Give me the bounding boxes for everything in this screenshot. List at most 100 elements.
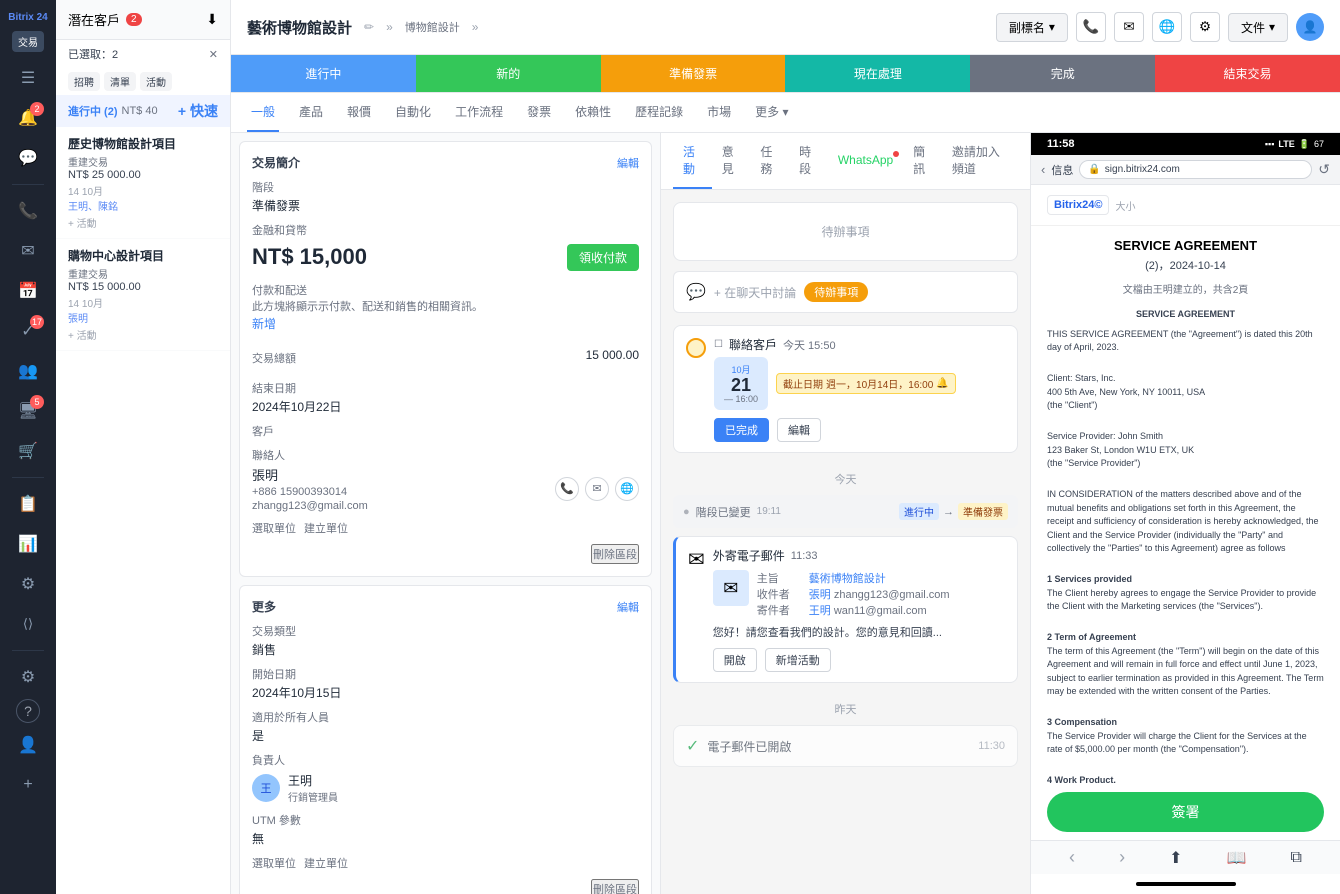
create-position-btn-1[interactable]: 建立單位 xyxy=(304,520,348,536)
sidebar-phone-icon[interactable]: 📞 xyxy=(10,193,46,229)
project-item-history[interactable]: 歷史博物館設計項目 重建交易 NT$ 25 000.00 14 10月 王明、陳… xyxy=(56,127,230,239)
activity-tab-slots[interactable]: 時段 xyxy=(789,133,828,189)
stage-invoice[interactable]: 準備發票 xyxy=(601,55,786,92)
total-label: 交易總額 xyxy=(252,350,296,366)
deal-info-edit[interactable]: 編輯 xyxy=(617,155,639,171)
email-activity-title: 外寄電子郵件 xyxy=(713,547,785,564)
new-link[interactable]: 新增 xyxy=(252,315,639,332)
sidebar-automation-icon[interactable]: ⚙ xyxy=(10,566,46,602)
doc-nav-copy[interactable]: ⧉ xyxy=(1291,849,1302,867)
tab-automation[interactable]: 自動化 xyxy=(391,93,435,132)
email-from-name: 王明 xyxy=(809,605,831,617)
deal-edit-icon[interactable]: ✏ xyxy=(364,20,374,34)
more-section-edit[interactable]: 編輯 xyxy=(617,599,639,615)
sidebar-crm-icon[interactable]: 👥 xyxy=(10,353,46,389)
doc-url-input[interactable]: 🔒 sign.bitrix24.com xyxy=(1079,160,1312,179)
collect-btn[interactable]: 領收付款 xyxy=(567,244,639,271)
doc-title: SERVICE AGREEMENT xyxy=(1047,238,1324,253)
activity-tab-activity[interactable]: 活動 xyxy=(673,133,712,189)
tab-invoice[interactable]: 發票 xyxy=(523,93,555,132)
call-btn[interactable]: 📞 xyxy=(1076,12,1106,42)
sidebar-chat-icon[interactable]: 💬 xyxy=(10,140,46,176)
sidebar-mail-icon[interactable]: ✉ xyxy=(10,233,46,269)
contact-event-circle xyxy=(686,338,706,358)
filter-tag-recruit[interactable]: 招聘 xyxy=(68,72,100,91)
email-add-activity-btn[interactable]: 新增活動 xyxy=(765,648,831,672)
email-btn[interactable]: ✉ xyxy=(1114,12,1144,42)
activity-tab-tasks[interactable]: 任務 xyxy=(750,133,789,189)
alias-btn[interactable]: 副標名 ▾ xyxy=(996,13,1068,42)
tab-market[interactable]: 市場 xyxy=(703,93,735,132)
clear-icon[interactable]: ✕ xyxy=(209,48,218,61)
sidebar-notification-icon[interactable]: 🔔2 xyxy=(10,100,46,136)
sign-btn[interactable]: 簽署 xyxy=(1047,792,1324,832)
project-item-mall[interactable]: 購物中心設計項目 重建交易 NT$ 15 000.00 14 10月 張明 + … xyxy=(56,239,230,351)
doc-nav-prev[interactable]: ‹ xyxy=(1069,847,1075,868)
doc-reload-icon[interactable]: ↺ xyxy=(1318,161,1330,178)
sidebar-menu-icon[interactable]: ☰ xyxy=(10,60,46,96)
activity-col: 活動 意見 任務 時段 WhatsApp 簡訊 邀請加入頻道 待辦事項 xyxy=(661,133,1030,894)
sidebar-plus-icon[interactable]: + xyxy=(10,767,46,803)
stage-in-progress[interactable]: 進行中 xyxy=(231,55,416,92)
create-position-btn-2[interactable]: 建立單位 xyxy=(304,855,348,871)
deal-sep2: » xyxy=(472,20,479,34)
sidebar-tasks-icon[interactable]: ✓17 xyxy=(10,313,46,349)
sidebar-drive-icon[interactable]: 🖥5 xyxy=(10,393,46,429)
activity-feed: 待辦事項 💬 + 在聊天中討論 待辦事項 xyxy=(661,190,1030,894)
tab-general[interactable]: 一般 xyxy=(247,93,279,132)
doc-nav-share[interactable]: ⬆ xyxy=(1169,848,1182,868)
document-btn[interactable]: 文件 ▾ xyxy=(1228,13,1288,42)
sidebar-user-icon[interactable]: 👤 xyxy=(10,727,46,763)
inbox-download-icon[interactable]: ⬇ xyxy=(206,11,218,28)
stage-new[interactable]: 新的 xyxy=(416,55,601,92)
filter-tag-activity[interactable]: 活動 xyxy=(140,72,172,91)
pick-position-btn-2[interactable]: 選取單位 xyxy=(252,855,296,871)
contact-globe-icon[interactable]: 🌐 xyxy=(615,477,639,501)
filter-tag-list[interactable]: 清單 xyxy=(104,72,136,91)
stage-processing[interactable]: 現在處理 xyxy=(785,55,970,92)
sidebar-reports-icon[interactable]: 📊 xyxy=(10,526,46,562)
project-add-activity-1[interactable]: + 活動 xyxy=(68,215,218,230)
contact-email-icon[interactable]: ✉ xyxy=(585,477,609,501)
add-shortcut-btn[interactable]: + 快速 xyxy=(178,101,218,121)
stage-end[interactable]: 結束交易 xyxy=(1155,55,1340,92)
sidebar-code-icon[interactable]: ⟨⟩ xyxy=(10,606,46,642)
tab-dependencies[interactable]: 依賴性 xyxy=(571,93,615,132)
activity-tab-whatsapp[interactable]: WhatsApp xyxy=(828,143,903,179)
activity-tab-invite[interactable]: 邀請加入頻道 xyxy=(942,133,1018,189)
project-add-activity-2[interactable]: + 活動 xyxy=(68,327,218,342)
globe-btn[interactable]: 🌐 xyxy=(1152,12,1182,42)
activity-tab-sms[interactable]: 簡訊 xyxy=(903,133,942,189)
sidebar-store-icon[interactable]: 🛒 xyxy=(10,433,46,469)
checkbox-icon[interactable]: ☐ xyxy=(714,339,723,350)
gear-btn[interactable]: ⚙ xyxy=(1190,12,1220,42)
tab-history[interactable]: 歷程記錄 xyxy=(631,93,687,132)
done-btn[interactable]: 已完成 xyxy=(714,418,769,442)
delete-segment-btn-2[interactable]: 刪除區段 xyxy=(591,879,639,894)
email-open-btn[interactable]: 開啟 xyxy=(713,648,757,672)
sidebar-help-icon[interactable]: ? xyxy=(16,699,40,723)
tab-products[interactable]: 產品 xyxy=(295,93,327,132)
user-avatar[interactable]: 👤 xyxy=(1296,13,1324,41)
activity-tab-comments[interactable]: 意見 xyxy=(712,133,751,189)
sidebar-calendar-icon[interactable]: 📅 xyxy=(10,273,46,309)
main-content: 藝術博物館設計 ✏ » 博物館設計 » 副標名 ▾ 📞 ✉ 🌐 ⚙ 文件 ▾ 👤… xyxy=(231,0,1340,894)
doc-back-icon[interactable]: ‹ xyxy=(1041,162,1045,177)
sidebar-settings-icon[interactable]: ⚙ xyxy=(10,659,46,695)
delete-segment-btn-1[interactable]: 刪除區段 xyxy=(591,544,639,564)
tab-more[interactable]: 更多 ▾ xyxy=(751,93,792,132)
exchange-btn[interactable]: 交易 xyxy=(12,31,44,52)
edit-btn[interactable]: 編輯 xyxy=(777,418,821,442)
payment-field: 付款和配送 此方塊將顯示示付款、配送和銷售的相關資訊。 新增 xyxy=(252,282,639,332)
tab-quotes[interactable]: 報價 xyxy=(343,93,375,132)
customer-label: 客戶 xyxy=(252,423,639,439)
sidebar-projects-icon[interactable]: 📋 xyxy=(10,486,46,522)
pick-position-btn-1[interactable]: 選取單位 xyxy=(252,520,296,536)
tab-workflow[interactable]: 工作流程 xyxy=(451,93,507,132)
doc-nav-next[interactable]: › xyxy=(1119,847,1125,868)
contact-call-icon[interactable]: 📞 xyxy=(555,477,579,501)
chat-bar[interactable]: 💬 + 在聊天中討論 待辦事項 xyxy=(673,271,1018,313)
stage-done[interactable]: 完成 xyxy=(970,55,1155,92)
doc-nav-read[interactable]: 📖 xyxy=(1227,848,1247,868)
amount-row: NT$ 15,000 領收付款 xyxy=(252,240,639,274)
